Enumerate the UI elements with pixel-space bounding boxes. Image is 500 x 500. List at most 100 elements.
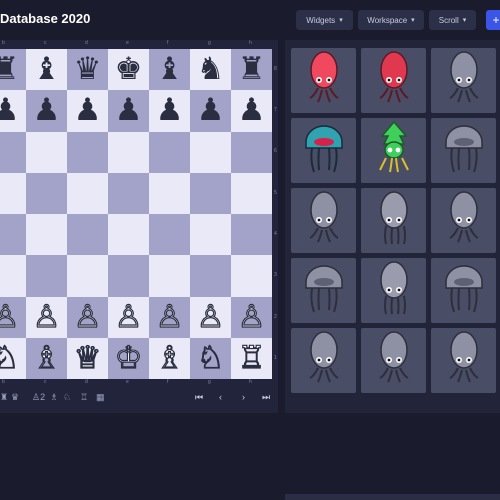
board-square[interactable]: [108, 255, 149, 297]
creature-cell[interactable]: [291, 258, 356, 323]
white-piece[interactable]: ♖: [237, 342, 266, 374]
creature-cell[interactable]: [431, 328, 496, 393]
board-square[interactable]: [190, 172, 231, 214]
creature-cell[interactable]: [291, 118, 356, 183]
creature-cell[interactable]: [361, 118, 426, 183]
board-square[interactable]: [190, 214, 231, 256]
black-piece[interactable]: ♜: [238, 54, 266, 85]
board-square[interactable]: ♙: [0, 296, 26, 338]
board-square[interactable]: ♝: [26, 49, 67, 91]
board-square[interactable]: [67, 172, 108, 214]
board-square[interactable]: ♝: [149, 49, 190, 91]
board-square[interactable]: ♙: [67, 296, 108, 338]
white-piece[interactable]: ♙: [73, 301, 102, 333]
board-square[interactable]: [231, 255, 272, 297]
board-square[interactable]: ♛: [67, 49, 108, 91]
creature-cell[interactable]: [361, 258, 426, 323]
white-piece[interactable]: ♙: [155, 301, 184, 333]
board-square[interactable]: [231, 131, 272, 173]
workspace-dropdown[interactable]: Workspace ▾: [358, 10, 424, 30]
creature-cell[interactable]: [361, 328, 426, 393]
creature-cell[interactable]: [291, 188, 356, 253]
board-square[interactable]: [67, 131, 108, 173]
white-piece[interactable]: ♗: [32, 342, 61, 374]
black-piece[interactable]: ♛: [74, 54, 102, 85]
creature-cell[interactable]: [361, 48, 426, 113]
black-piece[interactable]: ♟: [156, 95, 184, 126]
board-square[interactable]: ♔: [108, 337, 149, 379]
white-piece[interactable]: ♙: [114, 301, 143, 333]
white-piece[interactable]: ♕: [73, 342, 102, 374]
black-piece[interactable]: ♟: [0, 95, 19, 126]
board-square[interactable]: ♘: [0, 337, 26, 379]
pieces-icon[interactable]: ♜: [0, 392, 8, 403]
rook-icon[interactable]: ♖: [80, 392, 88, 403]
black-piece[interactable]: ♟: [197, 95, 225, 126]
board-square[interactable]: ♟: [26, 90, 67, 132]
board-square[interactable]: [231, 172, 272, 214]
white-piece[interactable]: ♘: [0, 342, 20, 374]
board-square[interactable]: ♕: [67, 337, 108, 379]
knight-icon[interactable]: ♘: [63, 392, 71, 403]
creature-cell[interactable]: [291, 328, 356, 393]
board-square[interactable]: [0, 255, 26, 297]
board-square[interactable]: ♙: [108, 296, 149, 338]
board-square[interactable]: ♗: [26, 337, 67, 379]
next-move-icon[interactable]: ›: [242, 392, 245, 402]
board-square[interactable]: [0, 131, 26, 173]
board-square[interactable]: [108, 214, 149, 256]
white-piece[interactable]: ♙: [32, 301, 61, 333]
first-move-icon[interactable]: ⏮: [195, 392, 203, 403]
board-square[interactable]: ♚: [108, 49, 149, 91]
queen-icon[interactable]: ♛: [11, 392, 19, 403]
black-piece[interactable]: ♝: [33, 54, 61, 85]
creature-cell[interactable]: [431, 118, 496, 183]
board-square[interactable]: ♖: [231, 337, 272, 379]
creature-cell[interactable]: [291, 48, 356, 113]
last-move-icon[interactable]: ⏭: [262, 392, 270, 403]
board-square[interactable]: [67, 214, 108, 256]
white-piece[interactable]: ♙: [0, 301, 20, 333]
chess-board[interactable]: ♜ ♝ ♛ ♚ ♝ ♞ ♜ ♟ ♟ ♟ ♟ ♟ ♟ ♟ ♙ ♙ ♙ ♙ ♙ ♙ ♙ ♘ ♗ ♕ ♔ ♗ ♘ ♖: [0, 49, 272, 379]
black-piece[interactable]: ♟: [33, 95, 61, 126]
material-count-icon[interactable]: ♙2: [32, 392, 45, 403]
board-square[interactable]: [190, 131, 231, 173]
board-square[interactable]: ♗: [149, 337, 190, 379]
black-piece[interactable]: ♟: [115, 95, 143, 126]
black-piece[interactable]: ♚: [115, 54, 143, 85]
white-piece[interactable]: ♔: [114, 342, 143, 374]
board-square[interactable]: [0, 214, 26, 256]
board-square[interactable]: ♟: [190, 90, 231, 132]
board-square[interactable]: ♞: [190, 49, 231, 91]
board-square[interactable]: [190, 255, 231, 297]
board-square[interactable]: ♟: [149, 90, 190, 132]
white-piece[interactable]: ♘: [196, 342, 225, 374]
prev-move-icon[interactable]: ‹: [219, 392, 222, 402]
creature-cell[interactable]: [361, 188, 426, 253]
creature-cell[interactable]: [431, 48, 496, 113]
board-square[interactable]: ♙: [26, 296, 67, 338]
board-icon[interactable]: ▦: [96, 392, 105, 403]
board-square[interactable]: [26, 214, 67, 256]
white-piece[interactable]: ♙: [196, 301, 225, 333]
add-button[interactable]: +: [486, 10, 500, 30]
board-square[interactable]: [26, 131, 67, 173]
black-piece[interactable]: ♝: [156, 54, 184, 85]
board-square[interactable]: ♙: [149, 296, 190, 338]
board-square[interactable]: [231, 214, 272, 256]
board-square[interactable]: ♙: [190, 296, 231, 338]
scroll-dropdown[interactable]: Scroll ▾: [429, 10, 476, 30]
board-square[interactable]: [149, 131, 190, 173]
board-square[interactable]: [26, 255, 67, 297]
board-square[interactable]: ♟: [0, 90, 26, 132]
board-square[interactable]: [26, 172, 67, 214]
black-piece[interactable]: ♞: [197, 54, 225, 85]
white-piece[interactable]: ♗: [155, 342, 184, 374]
white-piece[interactable]: ♙: [237, 301, 266, 333]
board-square[interactable]: [67, 255, 108, 297]
board-square[interactable]: ♘: [190, 337, 231, 379]
board-square[interactable]: [108, 131, 149, 173]
board-square[interactable]: ♙: [231, 296, 272, 338]
black-piece[interactable]: ♟: [74, 95, 102, 126]
widgets-dropdown[interactable]: Widgets ▾: [296, 10, 353, 30]
